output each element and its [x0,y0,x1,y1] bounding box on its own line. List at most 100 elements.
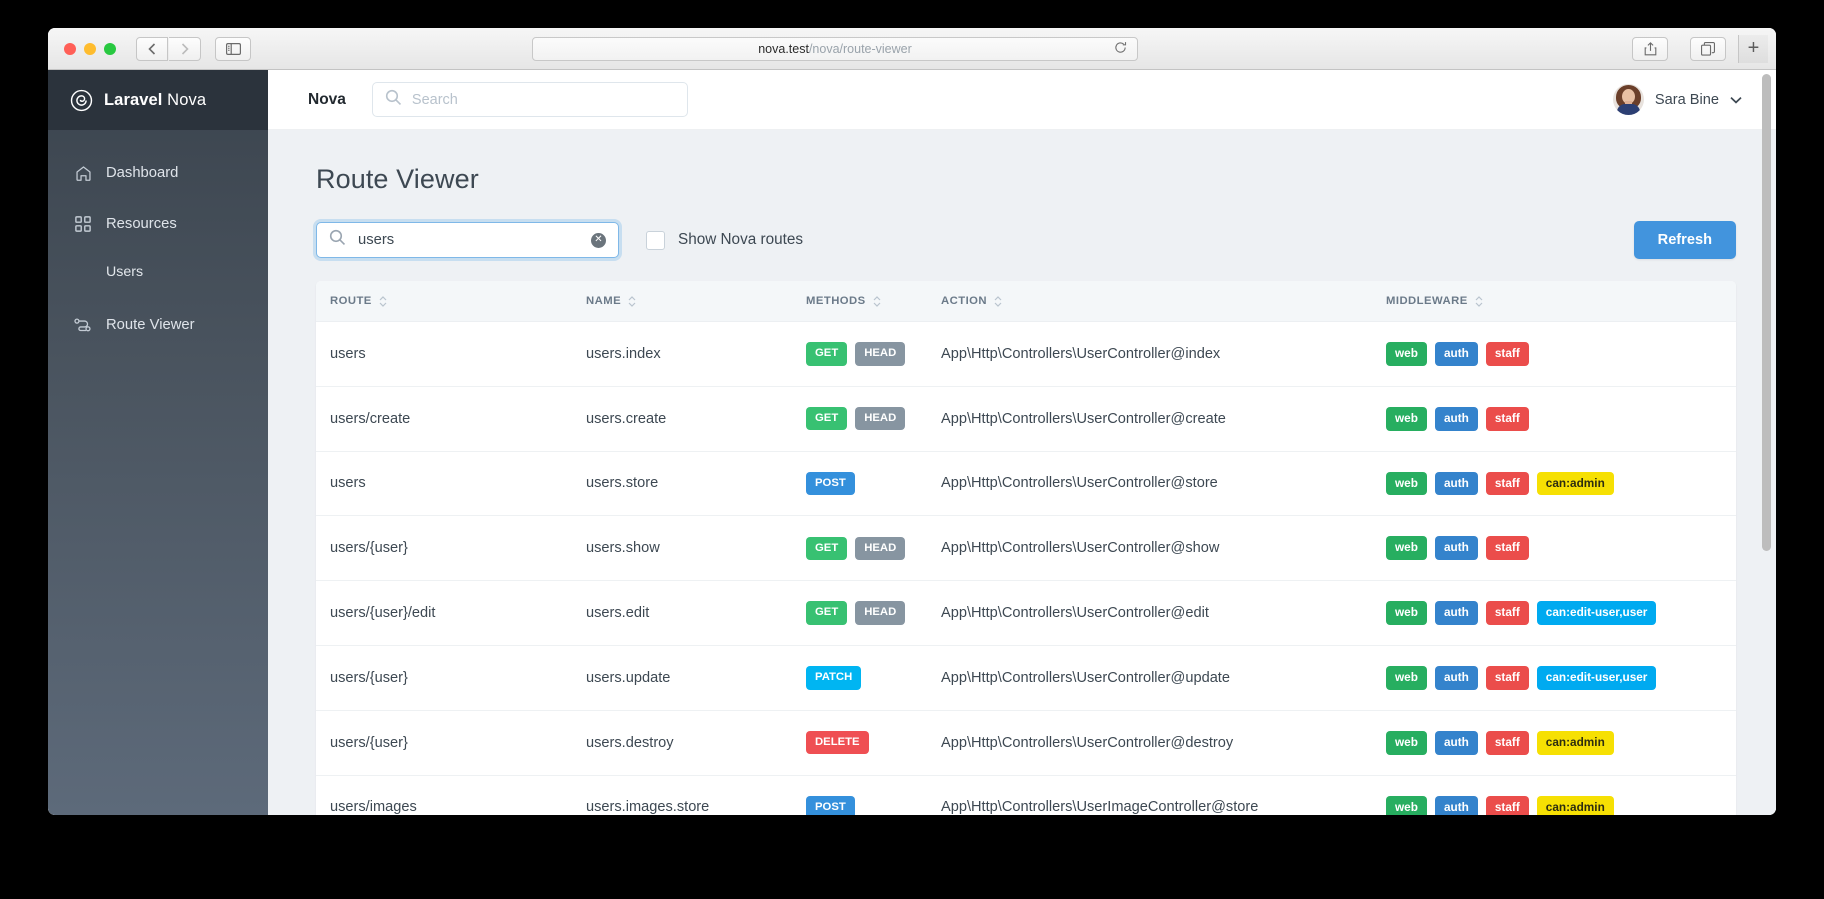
cell-middleware: web auth staff [1386,515,1736,582]
share-button[interactable] [1632,36,1668,61]
sidebar-item-label: Resources [106,216,177,232]
cell-methods: GET HEAD [806,386,941,452]
middleware-badge: auth [1434,536,1478,561]
cell-action: App\Http\Controllers\UserImageController… [941,799,1259,815]
table-row[interactable]: users/{user}/edit users.edit GET HEAD App\Ht… [316,580,1736,646]
table-row[interactable]: users/create users.create GET HEAD App\Http\… [316,386,1736,452]
method-badge: POST [806,795,855,815]
global-search[interactable] [371,82,688,117]
cell-methods: POST [806,451,941,517]
table-row[interactable]: users/{user} users.show GET HEAD App\Http\Co… [316,515,1736,582]
cell-middleware: web auth staff [1386,321,1736,387]
brand-text: Laravel Nova [104,91,206,110]
window-controls [64,42,116,55]
middleware-badge: auth [1434,665,1478,690]
route-search-input[interactable] [358,232,579,248]
method-badge: HEAD [855,601,906,625]
cell-route: users/{user}/edit [316,580,586,646]
sort-icon [628,295,636,307]
cell-action: App\Http\Controllers\UserController@dest… [941,710,1386,776]
show-nova-routes-toggle[interactable]: Show Nova routes [646,230,803,250]
close-window-button[interactable] [64,42,76,55]
table-header-row: ROUTE NAME METHODS ACTION MIDDLEWARE [316,281,1736,322]
address-bar[interactable]: nova.test/nova/route-viewer [532,36,1138,61]
sidebar-item-resources[interactable]: Resources [48,207,268,241]
reload-icon[interactable] [1114,41,1127,57]
search-icon [385,89,402,111]
maximize-window-button[interactable] [104,42,116,55]
brand-logo[interactable]: Laravel Nova [48,70,268,130]
cell-middleware: web auth staff can:admin [1386,775,1736,815]
show-nova-routes-label: Show Nova routes [678,231,803,248]
middleware-badge: auth [1434,342,1478,366]
vertical-scrollbar[interactable] [1762,74,1771,551]
cell-action: App\Http\Controllers\UserController@upda… [941,645,1386,711]
cell-name: users.edit [586,580,806,646]
forward-button[interactable] [169,36,201,61]
column-header-methods[interactable]: METHODS [806,281,941,322]
table-row[interactable]: users users.index GET HEAD App\Http\Controll… [316,321,1736,387]
cell-methods: PATCH [806,645,941,711]
table-row[interactable]: users/{user} users.destroy DELETE App\Http\… [316,710,1736,776]
cell-name: users.index [586,321,806,387]
column-header-name[interactable]: NAME [586,281,806,322]
sidebar-item-route-viewer[interactable]: Route Viewer [48,308,268,342]
middleware-badge: staff [1485,665,1529,690]
show-nova-routes-checkbox[interactable] [646,230,665,250]
middleware-badge: staff [1485,795,1529,815]
middleware-badge: auth [1434,406,1478,431]
column-header-route[interactable]: ROUTE [316,281,586,322]
clear-circle-icon[interactable]: ✕ [591,232,606,248]
back-button[interactable] [136,36,168,61]
cell-methods: POST [806,775,941,815]
middleware-badge: can:edit-user,user [1536,601,1657,625]
column-label: ROUTE [330,295,372,307]
method-badge: GET [806,536,848,560]
sort-icon [994,295,1002,307]
middleware-badge: web [1386,601,1427,625]
middleware-badge: web [1386,795,1427,815]
sidebar-item-dashboard[interactable]: Dashboard [48,156,268,190]
table-row[interactable]: users/{user} users.update PATCH App\Http\Co… [316,645,1736,711]
table-row[interactable]: users users.store POST App\Http\Controllers… [316,451,1736,517]
avatar [1612,84,1644,115]
app-title: Nova [308,90,346,108]
cell-middleware: web auth staff can:admin [1386,451,1736,517]
cell-middleware: web auth staff can:edit-user,user [1386,580,1736,646]
refresh-button[interactable]: Refresh [1633,221,1736,259]
column-header-action[interactable]: ACTION [941,281,1386,322]
cell-name: users.update [586,645,806,711]
brand-light: Nova [162,90,207,109]
column-label: ACTION [941,295,988,307]
table-row[interactable]: users/images users.images.store POST App\Ht… [316,775,1736,815]
method-badge: HEAD [855,536,906,560]
column-label: NAME [586,295,622,307]
show-tabs-button[interactable] [1690,36,1726,61]
app-topbar: Nova Sara Bine [268,70,1776,130]
page-title: Route Viewer [316,164,479,194]
method-badge: GET [806,342,848,366]
method-badge: HEAD [855,342,906,366]
sidebar-toggle-button[interactable] [215,36,251,61]
chevron-down-icon[interactable] [1730,92,1742,108]
middleware-badge: can:admin [1536,795,1614,815]
url-path: /nova/route-viewer [808,41,912,56]
minimize-window-button[interactable] [84,42,96,55]
sidebar-item-label: Route Viewer [106,317,195,333]
cell-middleware: web auth staff [1386,386,1736,452]
column-header-middleware[interactable]: MIDDLEWARE [1386,281,1736,322]
sidebar-item-users[interactable]: Users [48,258,268,286]
route-search-field[interactable]: ✕ [316,222,619,258]
column-label: MIDDLEWARE [1386,295,1468,307]
cell-route: users/{user} [316,710,586,776]
cell-route: users/{user} [316,515,586,582]
method-badge: GET [806,407,848,431]
user-menu[interactable]: Sara Bine [1612,84,1742,115]
new-tab-button[interactable]: + [1738,34,1768,63]
search-input[interactable] [411,91,675,108]
method-badge: POST [806,471,855,496]
middleware-badge: web [1386,342,1427,366]
cell-action: App\Http\Controllers\UserController@inde… [941,321,1386,387]
middleware-badge: web [1386,665,1427,690]
table-body: users users.index GET HEAD App\Http\Controll… [316,321,1736,815]
